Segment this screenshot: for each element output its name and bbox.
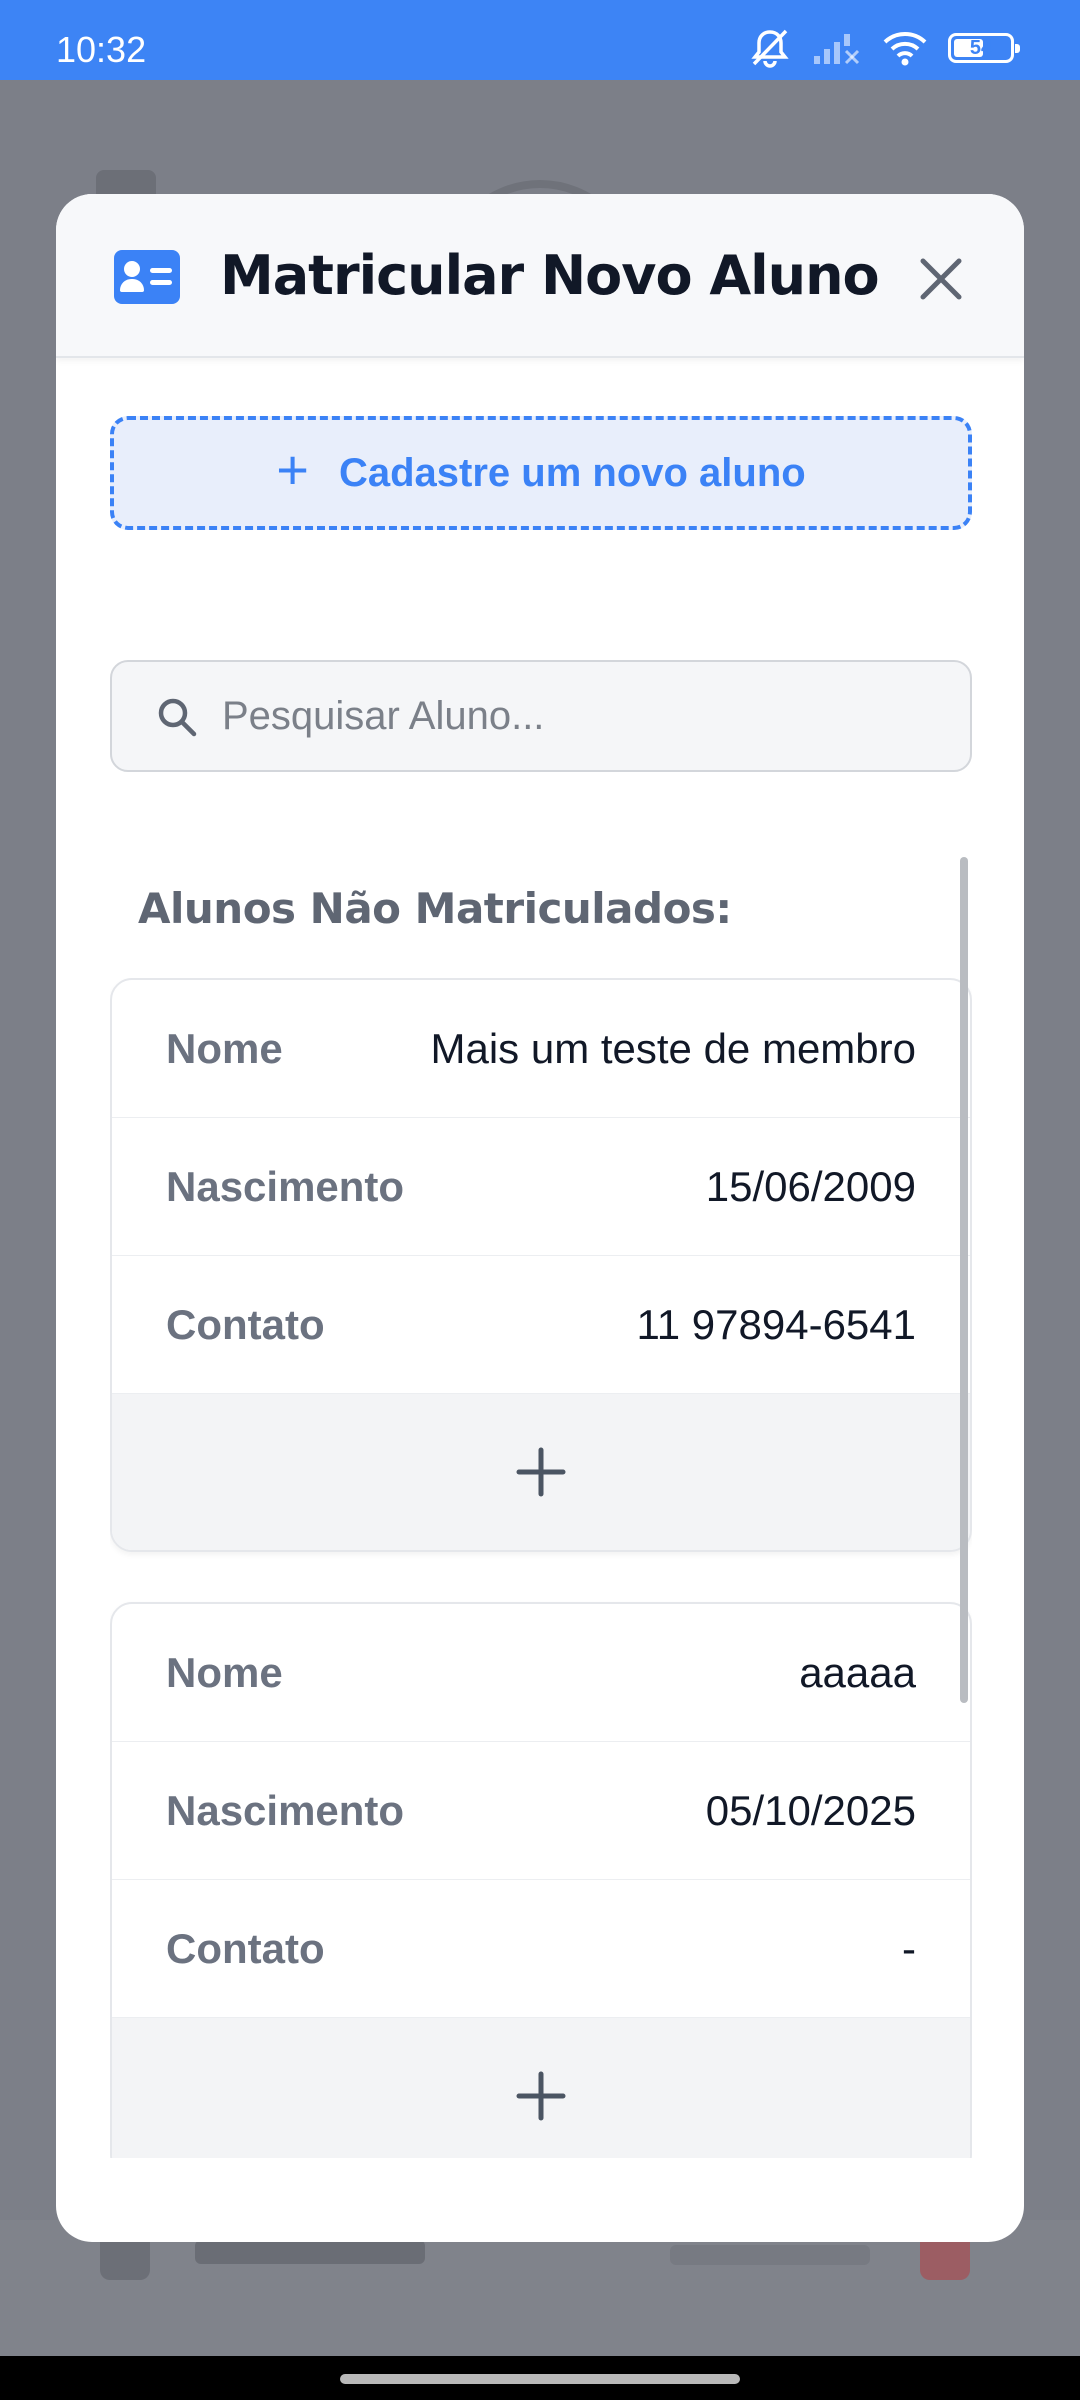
student-birth-row: Nascimento 15/06/2009 (112, 1118, 970, 1256)
status-icons: 54 (748, 28, 1020, 68)
student-card: Nome aaaaa Nascimento 05/10/2025 Contato… (110, 1602, 972, 2158)
student-name: Mais um teste de membro (430, 1025, 916, 1072)
section-title: Alunos Não Matriculados: (138, 884, 732, 933)
status-bar: 10:32 54 (0, 0, 1080, 80)
signal-off-icon (814, 34, 860, 65)
student-birth-row: Nascimento 05/10/2025 (112, 1742, 970, 1880)
student-card: Nome Mais um teste de membro Nascimento … (110, 978, 972, 1552)
plus-icon: + (276, 438, 309, 501)
student-birthdate: 15/06/2009 (705, 1163, 916, 1210)
field-label: Nome (166, 1649, 283, 1696)
student-list[interactable]: Nome Mais um teste de membro Nascimento … (110, 978, 972, 2242)
search-field[interactable] (110, 660, 972, 772)
student-name-row: Nome Mais um teste de membro (112, 980, 970, 1118)
search-input[interactable] (222, 662, 942, 770)
student-contact: 11 97894-6541 (636, 1301, 916, 1348)
status-time: 10:32 (56, 29, 147, 70)
student-contact-row: Contato 11 97894-6541 (112, 1256, 970, 1394)
battery-icon: 54 (948, 33, 1020, 63)
field-label: Contato (166, 1925, 325, 1972)
student-name: aaaaa (799, 1649, 916, 1696)
enroll-student-button[interactable] (112, 1394, 970, 1550)
navigation-bar (0, 2356, 1080, 2400)
field-label: Nome (166, 1025, 283, 1072)
close-button[interactable] (906, 244, 976, 314)
field-label: Nascimento (166, 1787, 405, 1834)
id-card-icon (114, 250, 180, 304)
field-label: Nascimento (166, 1163, 405, 1210)
register-new-student-button[interactable]: + Cadastre um novo aluno (110, 416, 972, 530)
enroll-student-button[interactable] (112, 2018, 970, 2158)
wifi-icon (883, 32, 927, 66)
modal-title: Matricular Novo Aluno (220, 244, 880, 307)
home-gesture-handle[interactable] (340, 2374, 740, 2384)
student-contact-row: Contato - (112, 1880, 970, 2018)
plus-icon (516, 1447, 566, 1497)
battery-level: 54 (969, 36, 993, 59)
mute-icon (751, 29, 789, 68)
search-icon (158, 698, 197, 737)
enroll-student-modal: Matricular Novo Aluno + Cadastre um novo… (56, 194, 1024, 2242)
field-label: Contato (166, 1301, 325, 1348)
close-icon (920, 258, 962, 300)
student-name-row: Nome aaaaa (112, 1604, 970, 1742)
register-new-student-label: Cadastre um novo aluno (338, 450, 806, 495)
modal-header: Matricular Novo Aluno (56, 194, 1024, 358)
list-scrollbar[interactable] (960, 857, 968, 1703)
plus-icon (516, 2071, 566, 2121)
student-birthdate: 05/10/2025 (705, 1787, 916, 1834)
student-contact: - (902, 1925, 916, 1972)
